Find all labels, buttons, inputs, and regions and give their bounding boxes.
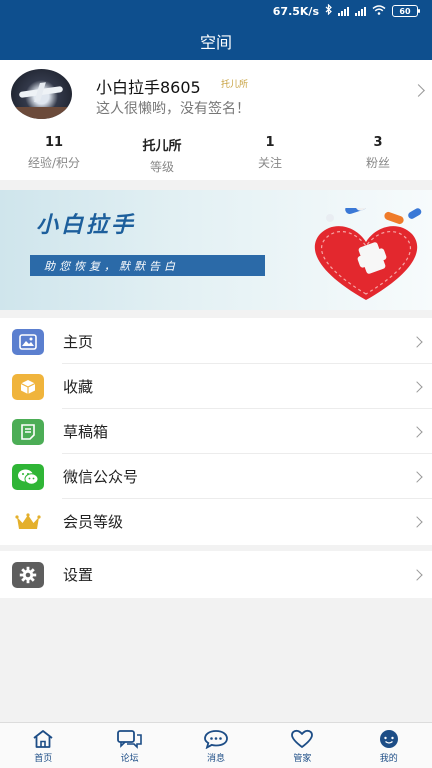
banner-title: 小白拉手 <box>36 213 137 238</box>
avatar[interactable] <box>11 69 72 119</box>
gear-icon <box>12 561 44 588</box>
menu-item-membership[interactable]: 会员等级 <box>0 499 432 544</box>
tab-label-home: 首页 <box>34 754 53 764</box>
settings-group: 设置 <box>0 551 432 598</box>
menu-item-drafts[interactable]: 草稿箱 <box>0 409 432 454</box>
image-icon <box>12 328 44 355</box>
menu-label-homepage: 主页 <box>63 333 94 351</box>
profile-icon <box>379 730 398 748</box>
status-bar: 67.5K/s 60 <box>0 0 432 22</box>
wechat-icon <box>12 463 44 490</box>
bottom-tab-bar: 首页 论坛 消息 管家 我的 <box>0 722 432 768</box>
promo-banner[interactable]: 小白拉手 助您恢复，默默告白 <box>0 190 432 310</box>
chevron-right-icon[interactable] <box>412 84 425 97</box>
stat-following[interactable]: 1 关注 <box>216 135 324 175</box>
menu-label-wechat: 微信公众号 <box>63 468 139 486</box>
menu-label-settings: 设置 <box>63 566 94 584</box>
bluetooth-icon <box>325 3 332 18</box>
tab-forum[interactable]: 论坛 <box>86 723 172 768</box>
crown-icon <box>12 509 44 535</box>
message-icon <box>204 730 228 749</box>
chevron-right-icon <box>411 470 423 483</box>
stat-experience[interactable]: 11 经验/积分 <box>0 135 108 175</box>
menu-list: 主页 收藏 草稿箱 微信公众号 会员等级 <box>0 318 432 545</box>
network-speed: 67.5K/s <box>272 4 319 18</box>
note-icon <box>12 418 44 445</box>
menu-item-wechat[interactable]: 微信公众号 <box>0 454 432 499</box>
home-icon <box>33 730 53 748</box>
menu-item-favorites[interactable]: 收藏 <box>0 364 432 409</box>
chevron-right-icon <box>411 380 423 393</box>
tab-mine[interactable]: 我的 <box>346 723 432 768</box>
tab-label-mine: 我的 <box>379 754 398 764</box>
profile-stats: 11 经验/积分 托儿所 等级 1 关注 3 粉丝 <box>0 135 432 175</box>
box-icon <box>12 373 44 400</box>
tab-messages[interactable]: 消息 <box>173 723 259 768</box>
heart-icon <box>291 729 314 748</box>
menu-label-drafts: 草稿箱 <box>63 423 109 441</box>
chevron-right-icon <box>411 515 423 528</box>
tab-butler[interactable]: 管家 <box>259 723 345 768</box>
banner-slogan: 助您恢复，默默告白 <box>30 255 265 276</box>
title-bar: 空间 <box>0 22 432 60</box>
level-tag: 托儿所 <box>221 80 249 90</box>
battery-icon: 60 <box>392 5 420 17</box>
forum-icon <box>116 730 142 749</box>
menu-label-membership: 会员等级 <box>63 513 124 531</box>
profile-card[interactable]: 小白拉手8605 托儿所 这人很懒哟，没有签名！ 11 经验/积分 托儿所 等级… <box>0 60 432 180</box>
menu-item-homepage[interactable]: 主页 <box>0 319 432 364</box>
stat-level[interactable]: 托儿所 等级 <box>108 135 216 175</box>
menu-label-favorites: 收藏 <box>63 378 94 396</box>
chevron-right-icon <box>411 425 423 438</box>
page-title: 空间 <box>199 33 232 52</box>
signal-icon <box>338 6 349 16</box>
wifi-icon <box>372 4 386 18</box>
username: 小白拉手8605 <box>96 78 201 97</box>
menu-item-settings[interactable]: 设置 <box>0 552 432 597</box>
signal-icon-2 <box>355 6 366 16</box>
stat-fans[interactable]: 3 粉丝 <box>324 135 432 175</box>
tab-label-forum: 论坛 <box>120 754 139 764</box>
avatar-plane-image <box>18 85 64 99</box>
chevron-right-icon <box>411 568 423 581</box>
tab-label-messages: 消息 <box>206 754 225 764</box>
tab-home[interactable]: 首页 <box>0 723 86 768</box>
signature: 这人很懒哟，没有签名！ <box>96 101 250 117</box>
chevron-right-icon <box>411 335 423 348</box>
heart-bandage-illustration <box>300 200 432 304</box>
tab-label-butler: 管家 <box>293 754 312 764</box>
